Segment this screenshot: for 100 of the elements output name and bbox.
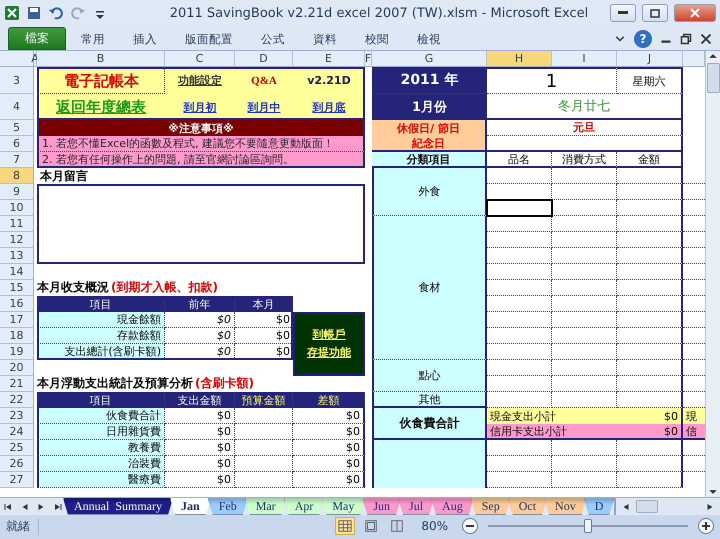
empty-cell[interactable] xyxy=(552,280,617,296)
column-header[interactable]: C xyxy=(165,51,235,67)
empty-cell[interactable] xyxy=(617,184,683,200)
row-header[interactable]: 5 xyxy=(0,120,34,136)
empty-cell[interactable] xyxy=(552,216,617,232)
selected-cell[interactable] xyxy=(486,199,553,217)
row-header[interactable]: 23 xyxy=(0,408,34,424)
jump-link[interactable]: 到月中 xyxy=(235,94,293,120)
sheet-tab[interactable]: Jan xyxy=(170,498,211,515)
row-header[interactable]: 16 xyxy=(0,296,34,312)
scroll-right-icon[interactable] xyxy=(706,502,714,510)
row-header[interactable]: 20 xyxy=(0,360,34,376)
empty-cell[interactable] xyxy=(552,472,617,488)
ribbon-tab[interactable]: 插入 xyxy=(120,28,170,50)
help-button[interactable]: ? xyxy=(634,30,652,48)
row-header[interactable]: 26 xyxy=(0,456,34,472)
file-tab[interactable]: 檔案 xyxy=(8,27,66,50)
previous-sheet-icon[interactable] xyxy=(20,502,29,510)
empty-cell[interactable] xyxy=(552,376,617,392)
row-header[interactable]: 13 xyxy=(0,248,34,264)
empty-cell[interactable] xyxy=(552,264,617,280)
row-header[interactable]: 24 xyxy=(0,424,34,440)
scroll-left-icon[interactable] xyxy=(622,502,630,510)
sheet-tab[interactable]: Oct xyxy=(508,498,548,515)
close-button[interactable] xyxy=(674,4,716,22)
settings-link[interactable]: 功能設定 xyxy=(165,67,235,94)
first-sheet-icon[interactable] xyxy=(4,502,12,510)
sheet-tab[interactable]: Nov xyxy=(544,498,587,515)
next-sheet-icon[interactable] xyxy=(37,502,46,510)
empty-cell[interactable] xyxy=(552,312,617,328)
ribbon-tab[interactable]: 版面配置 xyxy=(172,28,246,50)
page-view-icon[interactable] xyxy=(364,519,378,533)
empty-cell[interactable] xyxy=(617,328,683,344)
empty-cell[interactable] xyxy=(552,232,617,248)
row-header[interactable]: 7 xyxy=(0,152,34,168)
sheet-tab[interactable]: Jun xyxy=(362,498,402,515)
sheet-tab[interactable]: Aug xyxy=(431,498,474,515)
row-header[interactable]: 9 xyxy=(0,184,34,200)
page-break-icon[interactable] xyxy=(390,519,404,533)
row-header[interactable]: 6 xyxy=(0,136,34,152)
column-header[interactable]: I xyxy=(552,51,617,67)
save-icon[interactable] xyxy=(26,5,42,21)
empty-cell[interactable] xyxy=(617,360,683,376)
ribbon-tab[interactable]: 公式 xyxy=(248,28,298,50)
row-header[interactable]: 17 xyxy=(0,312,34,328)
empty-cell[interactable] xyxy=(235,456,293,472)
column-header[interactable]: G xyxy=(372,51,487,67)
row-header[interactable]: 12 xyxy=(0,232,34,248)
scrollbar-thumb[interactable] xyxy=(636,500,658,513)
row-header[interactable]: 14 xyxy=(0,264,34,280)
back-to-year-link[interactable]: 返回年度總表 xyxy=(37,94,165,120)
empty-cell[interactable] xyxy=(617,312,683,328)
view-button[interactable] xyxy=(335,517,356,535)
column-header[interactable]: E xyxy=(293,51,365,67)
empty-cell[interactable] xyxy=(617,472,683,488)
empty-cell[interactable] xyxy=(617,200,683,216)
sheet-tab[interactable]: D xyxy=(584,498,614,515)
empty-cell[interactable] xyxy=(235,472,293,488)
zoom-in-button[interactable] xyxy=(698,518,714,534)
close-icon[interactable] xyxy=(700,33,712,45)
empty-cell[interactable] xyxy=(235,424,293,440)
undo-icon[interactable] xyxy=(48,5,64,21)
zoom-out-button[interactable] xyxy=(462,518,478,534)
empty-cell[interactable] xyxy=(617,376,683,392)
row-header[interactable]: 22 xyxy=(0,392,34,408)
empty-cell[interactable] xyxy=(617,456,683,472)
column-header[interactable]: H xyxy=(487,51,552,67)
slider-thumb[interactable] xyxy=(584,519,592,533)
restore-icon[interactable] xyxy=(680,33,692,45)
last-sheet-icon[interactable] xyxy=(54,502,62,510)
empty-cell[interactable] xyxy=(617,168,683,184)
empty-cell[interactable] xyxy=(552,344,617,360)
ribbon-tab[interactable]: 常用 xyxy=(68,28,118,50)
row-header[interactable]: 27 xyxy=(0,472,34,488)
sheet-tab[interactable]: Sep xyxy=(470,498,511,515)
jump-link[interactable]: 到月底 xyxy=(293,94,365,120)
memo-box[interactable] xyxy=(37,184,365,264)
minimize-button[interactable] xyxy=(610,4,636,22)
empty-cell[interactable] xyxy=(552,184,617,200)
jump-link[interactable]: 到月初 xyxy=(165,94,235,120)
empty-cell[interactable] xyxy=(552,360,617,376)
empty-cell[interactable] xyxy=(552,296,617,312)
row-header[interactable]: 18 xyxy=(0,328,34,344)
grid-view-icon[interactable] xyxy=(338,519,352,533)
empty-cell[interactable] xyxy=(552,248,617,264)
column-header[interactable]: J xyxy=(617,51,683,67)
row-header[interactable]: 25 xyxy=(0,440,34,456)
scrollbar-thumb[interactable] xyxy=(706,63,720,93)
empty-cell[interactable] xyxy=(235,408,293,424)
empty-cell[interactable] xyxy=(617,216,683,232)
empty-cell[interactable] xyxy=(552,168,617,184)
restore-button[interactable] xyxy=(642,4,668,22)
row-header[interactable]: 11 xyxy=(0,216,34,232)
empty-cell[interactable] xyxy=(552,328,617,344)
row-header[interactable]: 4 xyxy=(0,94,34,120)
row-header[interactable]: 15 xyxy=(0,280,34,296)
sheet-tab[interactable]: Apr xyxy=(284,498,324,515)
empty-cell[interactable] xyxy=(617,280,683,296)
ribbon-tab[interactable]: 資料 xyxy=(300,28,350,50)
ribbon-tab[interactable]: 檢視 xyxy=(404,28,454,50)
